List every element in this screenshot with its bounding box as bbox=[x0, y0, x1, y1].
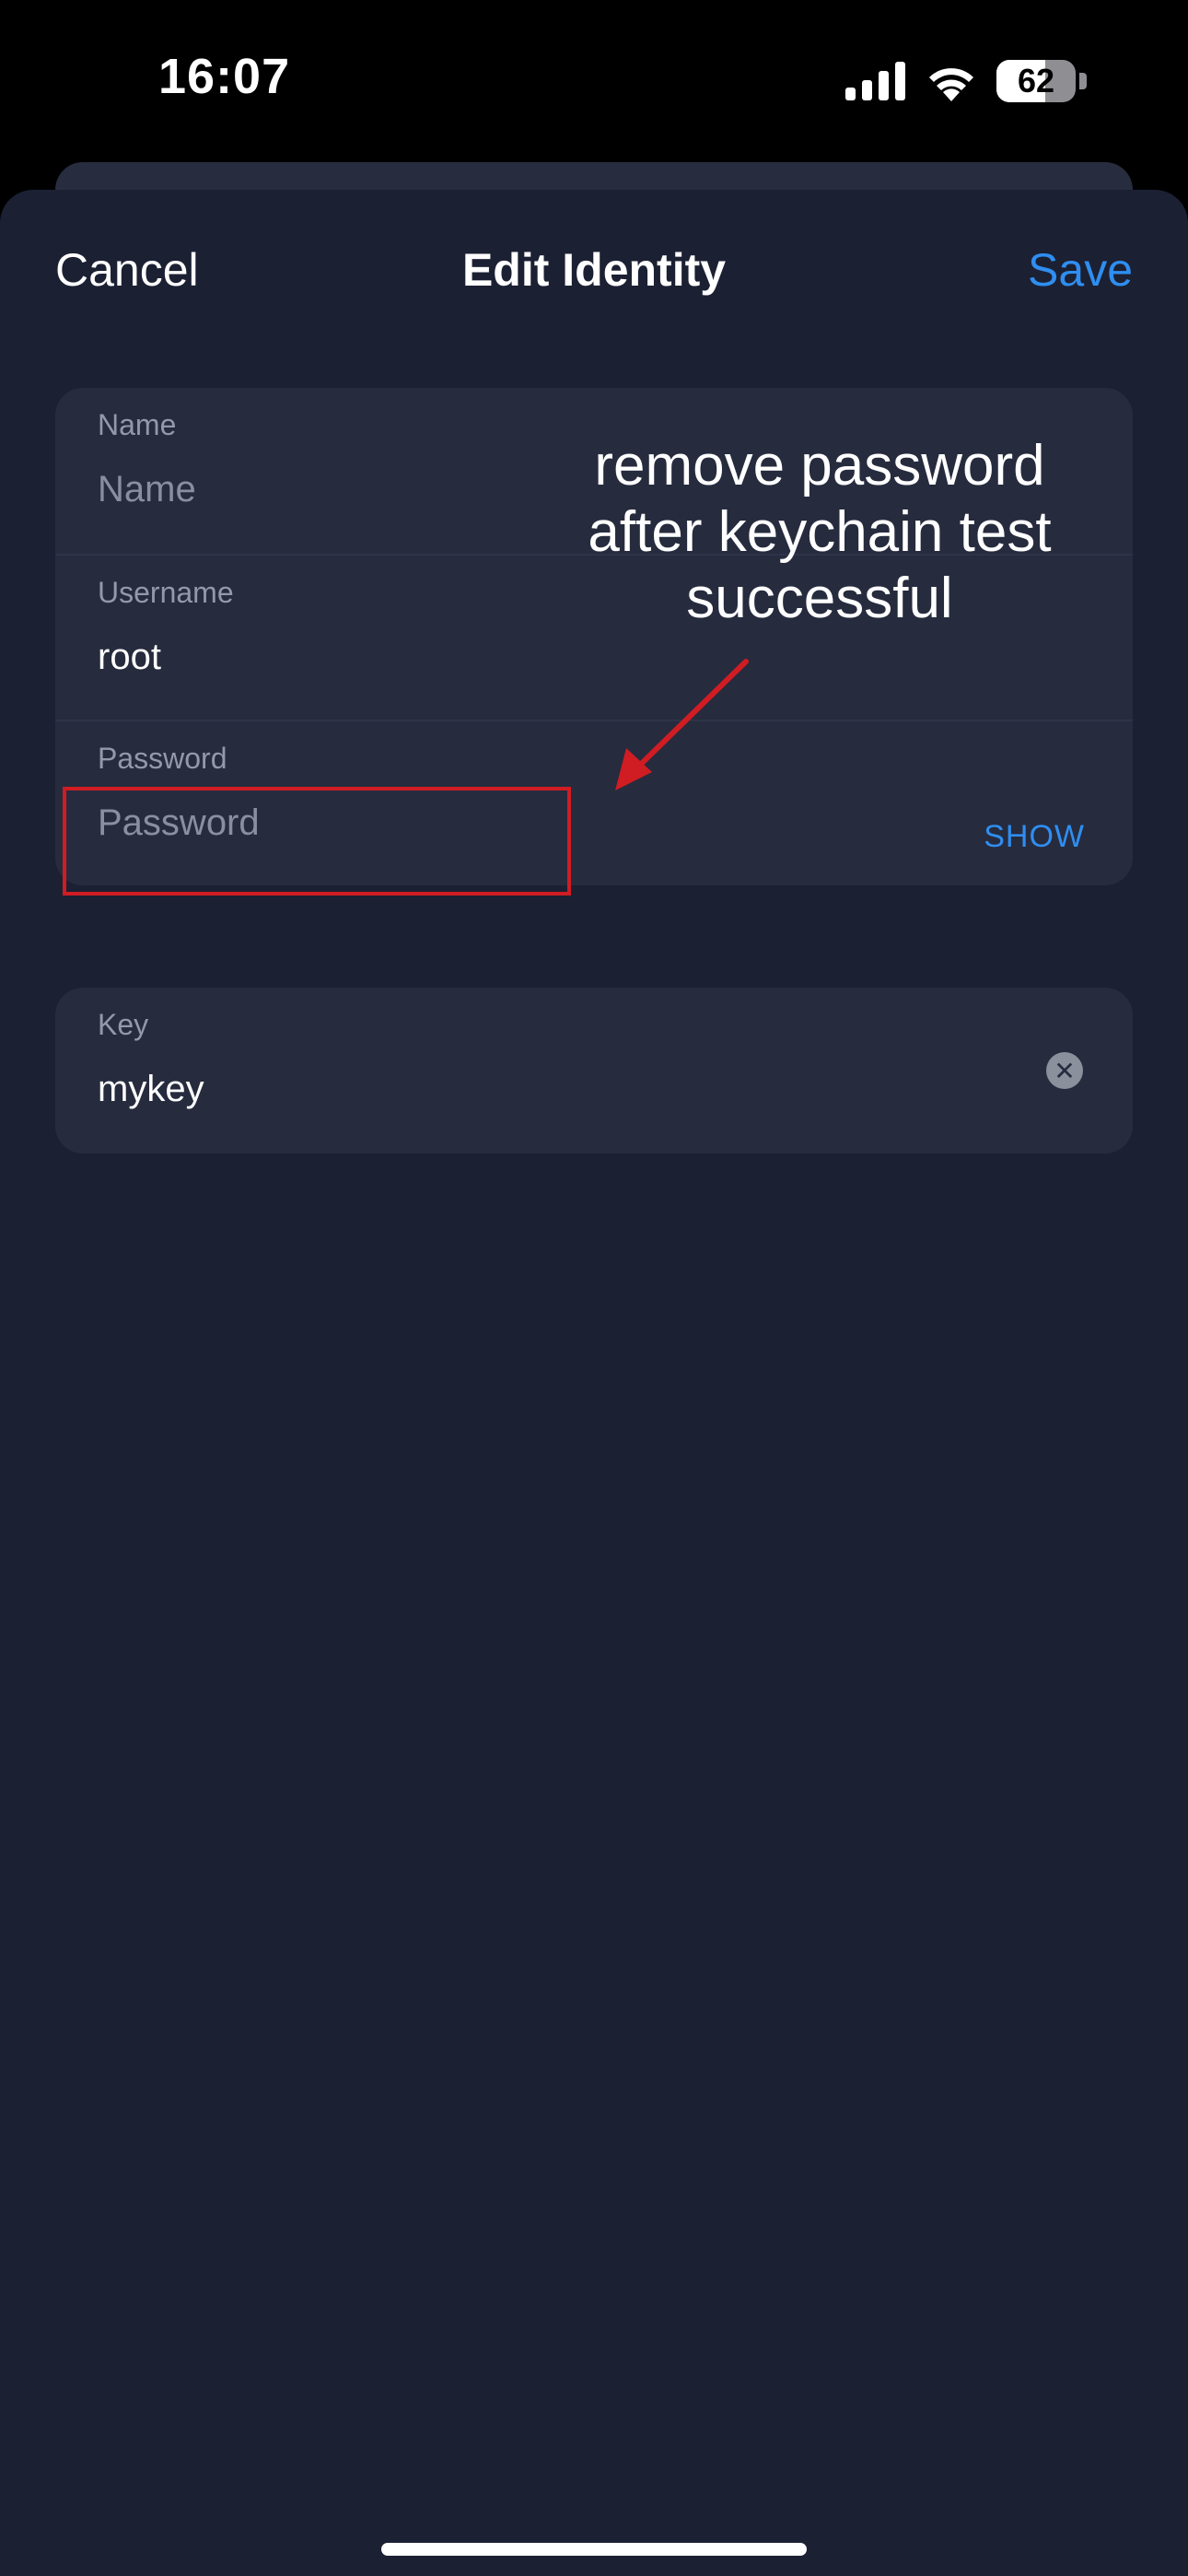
key-value[interactable]: mykey bbox=[98, 1069, 742, 1110]
save-button[interactable]: Save bbox=[1028, 243, 1133, 297]
wifi-icon bbox=[929, 68, 973, 101]
battery-tip bbox=[1079, 73, 1087, 89]
clear-circle-icon[interactable]: ✕ bbox=[1046, 1052, 1083, 1089]
username-label: Username bbox=[98, 576, 234, 609]
annotation-line-2: after keychain test bbox=[588, 500, 1052, 564]
status-bar: 16:07 62 bbox=[0, 0, 1188, 166]
cellular-signal-icon bbox=[845, 62, 905, 100]
annotation-line-1: remove password bbox=[594, 434, 1045, 498]
name-label: Name bbox=[98, 408, 177, 441]
username-input[interactable] bbox=[98, 637, 742, 678]
status-time: 16:07 bbox=[158, 49, 291, 104]
key-label: Key bbox=[98, 1008, 149, 1041]
password-label: Password bbox=[98, 742, 227, 775]
page-title: Edit Identity bbox=[461, 244, 727, 296]
battery-icon: 62 bbox=[996, 60, 1087, 102]
show-password-button[interactable]: SHOW bbox=[984, 819, 1085, 855]
annotation-line-3: successful bbox=[686, 567, 953, 630]
annotation-highlight-box bbox=[63, 787, 571, 896]
battery-percent: 62 bbox=[1017, 62, 1055, 100]
status-icons: 62 bbox=[845, 57, 1087, 105]
annotation-note: remove password after keychain test succ… bbox=[543, 433, 1096, 632]
key-field-row: Key mykey ✕ bbox=[55, 988, 1133, 1153]
battery-indicator: 62 bbox=[996, 60, 1076, 102]
home-indicator[interactable] bbox=[381, 2543, 807, 2556]
key-card: Key mykey ✕ bbox=[55, 988, 1133, 1153]
